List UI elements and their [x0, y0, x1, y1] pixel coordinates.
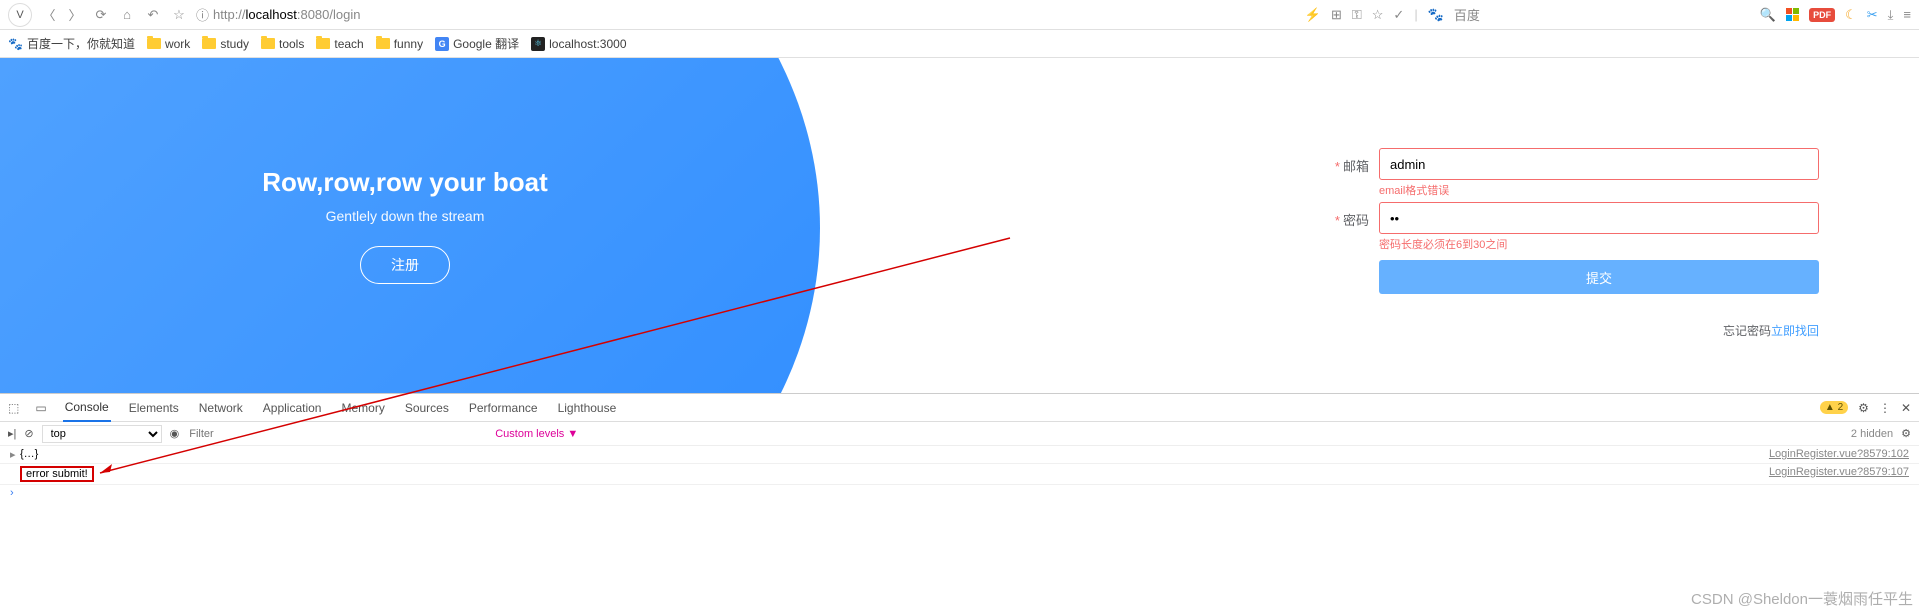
eye-icon[interactable]: ◉: [170, 427, 180, 440]
folder-icon: [316, 38, 330, 49]
key-icon[interactable]: ⚿: [1352, 7, 1362, 23]
console-output: ▸ {…} LoginRegister.vue?8579:102 error s…: [0, 446, 1919, 501]
device-icon[interactable]: ▭: [35, 401, 46, 415]
source-link-1[interactable]: LoginRegister.vue?8579:102: [1769, 448, 1909, 461]
address-bar[interactable]: ⓘ http://localhost:8080/login: [196, 5, 360, 24]
tab-application[interactable]: Application: [261, 395, 324, 421]
login-form: *邮箱 email格式错误 *密码 密码长度必须在6到30之间 提交 忘记密码立…: [1319, 58, 1919, 393]
tab-memory[interactable]: Memory: [339, 395, 386, 421]
scissors-icon[interactable]: ✂: [1867, 7, 1878, 23]
console-prompt[interactable]: ›: [0, 485, 1919, 501]
console-toolbar: ▸| ⊘ top ◉ Custom levels ▼ 2 hidden ⚙: [0, 422, 1919, 446]
tab-favicon: V: [8, 3, 32, 27]
clear-console-icon[interactable]: ⊘: [24, 427, 33, 440]
password-error: 密码长度必须在6到30之间: [1379, 236, 1819, 252]
url-text: http://localhost:8080/login: [213, 7, 360, 22]
download-icon[interactable]: ⤓: [1888, 7, 1894, 23]
bookmark-localhost3000[interactable]: ⚛localhost:3000: [531, 37, 626, 51]
sidebar-toggle-icon[interactable]: ▸|: [8, 427, 16, 440]
forgot-password: 忘记密码立即找回: [1319, 322, 1819, 339]
settings-icon[interactable]: ⚙: [1858, 401, 1869, 415]
warning-badge[interactable]: ▲ 2: [1820, 401, 1848, 414]
tab-sources[interactable]: Sources: [403, 395, 451, 421]
star-rate-icon[interactable]: ☆: [1372, 7, 1384, 23]
hero-section: Row,row,row your boat Gentlely down the …: [0, 58, 810, 393]
hero-subtitle: Gentlely down the stream: [326, 208, 485, 224]
checkmark-icon[interactable]: ✓: [1393, 7, 1404, 23]
expand-icon[interactable]: ▸: [10, 448, 20, 461]
tab-console[interactable]: Console: [63, 394, 111, 422]
tab-lighthouse[interactable]: Lighthouse: [556, 395, 619, 421]
folder-icon: [147, 38, 161, 49]
moon-icon[interactable]: ☾: [1845, 7, 1857, 23]
info-icon: ⓘ: [196, 5, 209, 24]
log-levels[interactable]: Custom levels ▼: [495, 428, 578, 440]
hero-title: Row,row,row your boat: [262, 167, 548, 198]
bookmark-teach[interactable]: teach: [316, 37, 363, 51]
email-input[interactable]: [1379, 148, 1819, 180]
search-icon[interactable]: 🔍: [1760, 7, 1776, 23]
inspect-icon[interactable]: ⬚: [8, 401, 19, 415]
hidden-count: 2 hidden: [1851, 428, 1893, 440]
bookmark-baidu[interactable]: 🐾 百度一下，你就知道: [8, 35, 135, 52]
react-icon: ⚛: [531, 37, 545, 51]
bookmark-gtranslate[interactable]: GGoogle 翻译: [435, 35, 519, 52]
back-button[interactable]: 〈: [40, 6, 58, 24]
bookmarks-bar: 🐾 百度一下，你就知道 work study tools teach funny…: [0, 30, 1919, 58]
context-select[interactable]: top: [42, 425, 162, 443]
menu-icon[interactable]: ≡: [1903, 7, 1911, 22]
watermark: CSDN @Sheldon一蓑烟雨任平生: [1691, 588, 1913, 609]
email-error: email格式错误: [1379, 182, 1819, 198]
forgot-link[interactable]: 立即找回: [1771, 324, 1819, 338]
tab-elements[interactable]: Elements: [127, 395, 181, 421]
bookmark-study[interactable]: study: [202, 37, 249, 51]
folder-icon: [376, 38, 390, 49]
apps-icon[interactable]: [1786, 8, 1799, 21]
password-label: *密码: [1319, 202, 1379, 229]
close-devtools-icon[interactable]: ✕: [1901, 401, 1911, 415]
bookmark-tools[interactable]: tools: [261, 37, 304, 51]
forward-button[interactable]: 〉: [66, 6, 84, 24]
toolbar-right: ⚡ ⊞ ⚿ ☆ ✓ | 🐾 百度 🔍 PDF ☾ ✂ ⤓ ≡: [1305, 5, 1911, 24]
tab-network[interactable]: Network: [197, 395, 245, 421]
bookmark-funny[interactable]: funny: [376, 37, 423, 51]
password-input[interactable]: [1379, 202, 1819, 234]
bookmark-work[interactable]: work: [147, 37, 190, 51]
submit-button[interactable]: 提交: [1379, 260, 1819, 294]
console-settings-icon[interactable]: ⚙: [1901, 427, 1911, 440]
pdf-icon[interactable]: PDF: [1809, 8, 1835, 22]
source-link-2[interactable]: LoginRegister.vue?8579:107: [1769, 466, 1909, 482]
folder-icon: [202, 38, 216, 49]
reload-button[interactable]: ⟳: [92, 6, 110, 24]
translate-icon: G: [435, 37, 449, 51]
star-button[interactable]: ☆: [170, 6, 188, 24]
home-button[interactable]: ⌂: [118, 6, 136, 24]
page-content: Row,row,row your boat Gentlely down the …: [0, 58, 1919, 393]
flash-icon[interactable]: ⚡: [1305, 7, 1321, 23]
devtools-tabs: ⬚ ▭ Console Elements Network Application…: [0, 394, 1919, 422]
filter-input[interactable]: [187, 426, 487, 442]
browser-toolbar: V 〈 〉 ⟳ ⌂ ↶ ☆ ⓘ http://localhost:8080/lo…: [0, 0, 1919, 30]
baidu-icon[interactable]: 🐾: [1428, 7, 1444, 23]
baidu-paw-icon: 🐾: [8, 37, 23, 51]
register-button[interactable]: 注册: [360, 246, 450, 284]
grid-icon[interactable]: ⊞: [1331, 7, 1342, 23]
folder-icon: [261, 38, 275, 49]
devtools-panel: ⬚ ▭ Console Elements Network Application…: [0, 393, 1919, 501]
more-icon[interactable]: ⋮: [1879, 401, 1891, 415]
undo-button[interactable]: ↶: [144, 6, 162, 24]
console-error: error submit!: [20, 466, 94, 482]
tab-performance[interactable]: Performance: [467, 395, 540, 421]
email-label: *邮箱: [1319, 148, 1379, 175]
search-engine-label: 百度: [1454, 5, 1480, 24]
console-object[interactable]: {…}: [20, 448, 1769, 461]
